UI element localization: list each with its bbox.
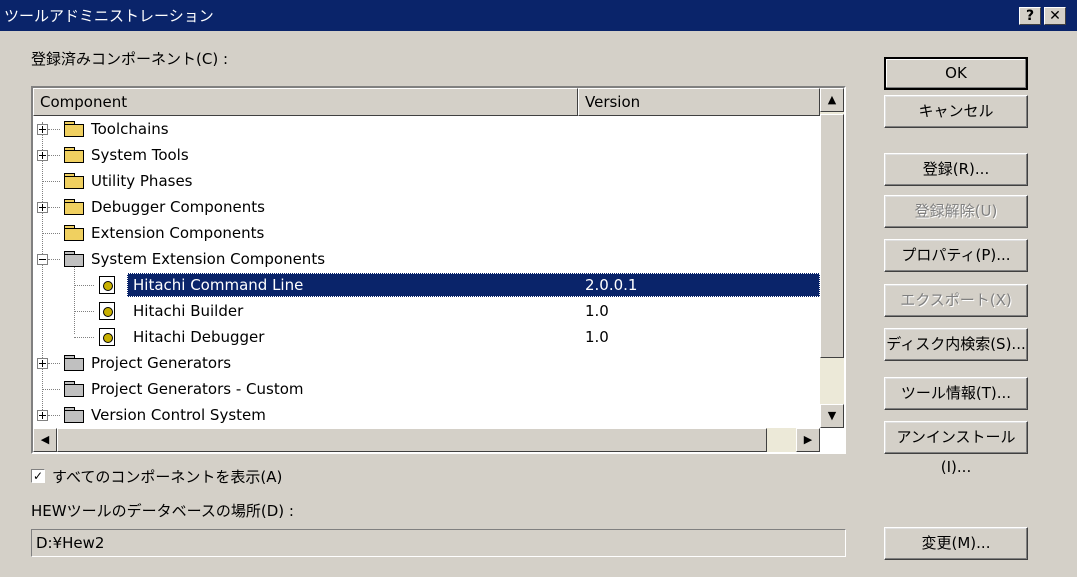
- scroll-up-icon[interactable]: ▲: [820, 88, 844, 112]
- tree-item-version: 2.0.0.1: [585, 276, 638, 294]
- tree-item-hitachi-builder[interactable]: Hitachi Builder 1.0: [33, 298, 820, 324]
- component-icon: [99, 276, 115, 294]
- scroll-right-icon[interactable]: ▶: [796, 428, 820, 452]
- expand-icon[interactable]: [37, 150, 48, 161]
- export-button[interactable]: エクスポート(X): [884, 284, 1028, 317]
- folder-icon: [64, 199, 84, 215]
- db-location-field: D:¥Hew2: [31, 529, 846, 557]
- title-bar: ツールアドミニストレーション ? ✕: [0, 0, 1077, 31]
- search-disk-button[interactable]: ディスク内検索(S)...: [884, 328, 1028, 361]
- cancel-button[interactable]: キャンセル: [884, 95, 1028, 128]
- expand-icon[interactable]: [37, 124, 48, 135]
- window-title: ツールアドミニストレーション: [4, 7, 214, 25]
- column-header-component[interactable]: Component: [33, 88, 578, 116]
- tree-item-label: Utility Phases: [91, 172, 193, 190]
- component-icon: [99, 302, 115, 320]
- tree-item-label: Hitachi Builder: [133, 302, 244, 320]
- ok-button[interactable]: OK: [884, 57, 1028, 90]
- tree-connector: [48, 207, 60, 209]
- change-button[interactable]: 変更(M)...: [884, 527, 1028, 560]
- tree-connector: [42, 233, 60, 235]
- db-location-label: HEWツールのデータベースの場所(D) :: [31, 502, 294, 520]
- tree-item-label: Project Generators - Custom: [91, 380, 304, 398]
- tree-connector: [74, 285, 94, 287]
- horizontal-scroll-thumb[interactable]: [57, 428, 767, 452]
- scroll-down-icon[interactable]: ▼: [820, 404, 844, 428]
- tree-item-label: Toolchains: [91, 120, 169, 138]
- horizontal-scrollbar[interactable]: ◀ ▶: [33, 428, 820, 452]
- tree-connector: [48, 155, 60, 157]
- tree-item-label: Project Generators: [91, 354, 232, 372]
- folder-icon: [64, 225, 84, 241]
- tree-item-label: System Extension Components: [91, 250, 326, 268]
- tree-connector: [42, 389, 60, 391]
- tree-item-system-tools[interactable]: System Tools: [33, 142, 820, 168]
- scroll-left-icon[interactable]: ◀: [33, 428, 57, 452]
- show-all-label[interactable]: すべてのコンポーネントを表示(A): [52, 466, 282, 487]
- expand-icon[interactable]: [37, 410, 48, 421]
- tree-item-extension-components[interactable]: Extension Components: [33, 220, 820, 246]
- folder-icon: [64, 381, 84, 397]
- tree-item-label: Extension Components: [91, 224, 265, 242]
- expand-icon[interactable]: [37, 358, 48, 369]
- tree-connector: [48, 259, 60, 261]
- tree-item-label: System Tools: [91, 146, 189, 164]
- folder-icon: [64, 355, 84, 371]
- tool-info-button[interactable]: ツール情報(T)...: [884, 377, 1028, 410]
- expand-icon[interactable]: [37, 202, 48, 213]
- tree-item-hitachi-debugger[interactable]: Hitachi Debugger 1.0: [33, 324, 820, 350]
- component-icon: [99, 328, 115, 346]
- open-folder-icon: [64, 251, 84, 267]
- tree-item-version: 1.0: [585, 302, 609, 320]
- tree-connector: [74, 337, 94, 339]
- folder-icon: [64, 121, 84, 137]
- tree-item-project-generators[interactable]: Project Generators: [33, 350, 820, 376]
- vertical-scrollbar[interactable]: ▲ ▼: [820, 88, 844, 428]
- tree-item-label: Debugger Components: [91, 198, 265, 216]
- folder-icon: [64, 173, 84, 189]
- tree-item-hitachi-command-line[interactable]: Hitachi Command Line 2.0.0.1: [33, 272, 820, 298]
- tree-item-system-extension-components[interactable]: System Extension Components: [33, 246, 820, 272]
- tree-connector: [48, 129, 60, 131]
- show-all-checkbox[interactable]: ✓: [31, 469, 45, 483]
- component-list[interactable]: Component Version Toolchains System Tool…: [31, 86, 846, 454]
- help-button[interactable]: ?: [1019, 7, 1041, 25]
- tree-item-version: 1.0: [585, 328, 609, 346]
- tree-item-label: Hitachi Command Line: [133, 276, 304, 294]
- uninstall-button[interactable]: アンインストール(I)...: [884, 421, 1028, 476]
- register-button[interactable]: 登録(R)...: [884, 153, 1028, 186]
- tree-item-project-generators-custom[interactable]: Project Generators - Custom: [33, 376, 820, 402]
- tree-item-debugger-components[interactable]: Debugger Components: [33, 194, 820, 220]
- tree-connector: [42, 181, 60, 183]
- tree-item-label: Hitachi Debugger: [133, 328, 265, 346]
- properties-button[interactable]: プロパティ(P)...: [884, 239, 1028, 272]
- registered-components-label: 登録済みコンポーネント(C) :: [31, 50, 229, 68]
- tree-connector: [48, 363, 60, 365]
- tree-connector: [48, 415, 60, 417]
- close-button[interactable]: ✕: [1044, 7, 1066, 25]
- folder-icon: [64, 407, 84, 423]
- tree-item-version-control-system[interactable]: Version Control System: [33, 402, 820, 428]
- vertical-scroll-thumb[interactable]: [820, 114, 844, 358]
- folder-icon: [64, 147, 84, 163]
- tree-item-label: Version Control System: [91, 406, 266, 424]
- tree-item-toolchains[interactable]: Toolchains: [33, 116, 820, 142]
- tree-item-utility-phases[interactable]: Utility Phases: [33, 168, 820, 194]
- tree-connector: [74, 311, 94, 313]
- collapse-icon[interactable]: [37, 254, 48, 265]
- unregister-button[interactable]: 登録解除(U): [884, 195, 1028, 228]
- column-header-version[interactable]: Version: [578, 88, 820, 116]
